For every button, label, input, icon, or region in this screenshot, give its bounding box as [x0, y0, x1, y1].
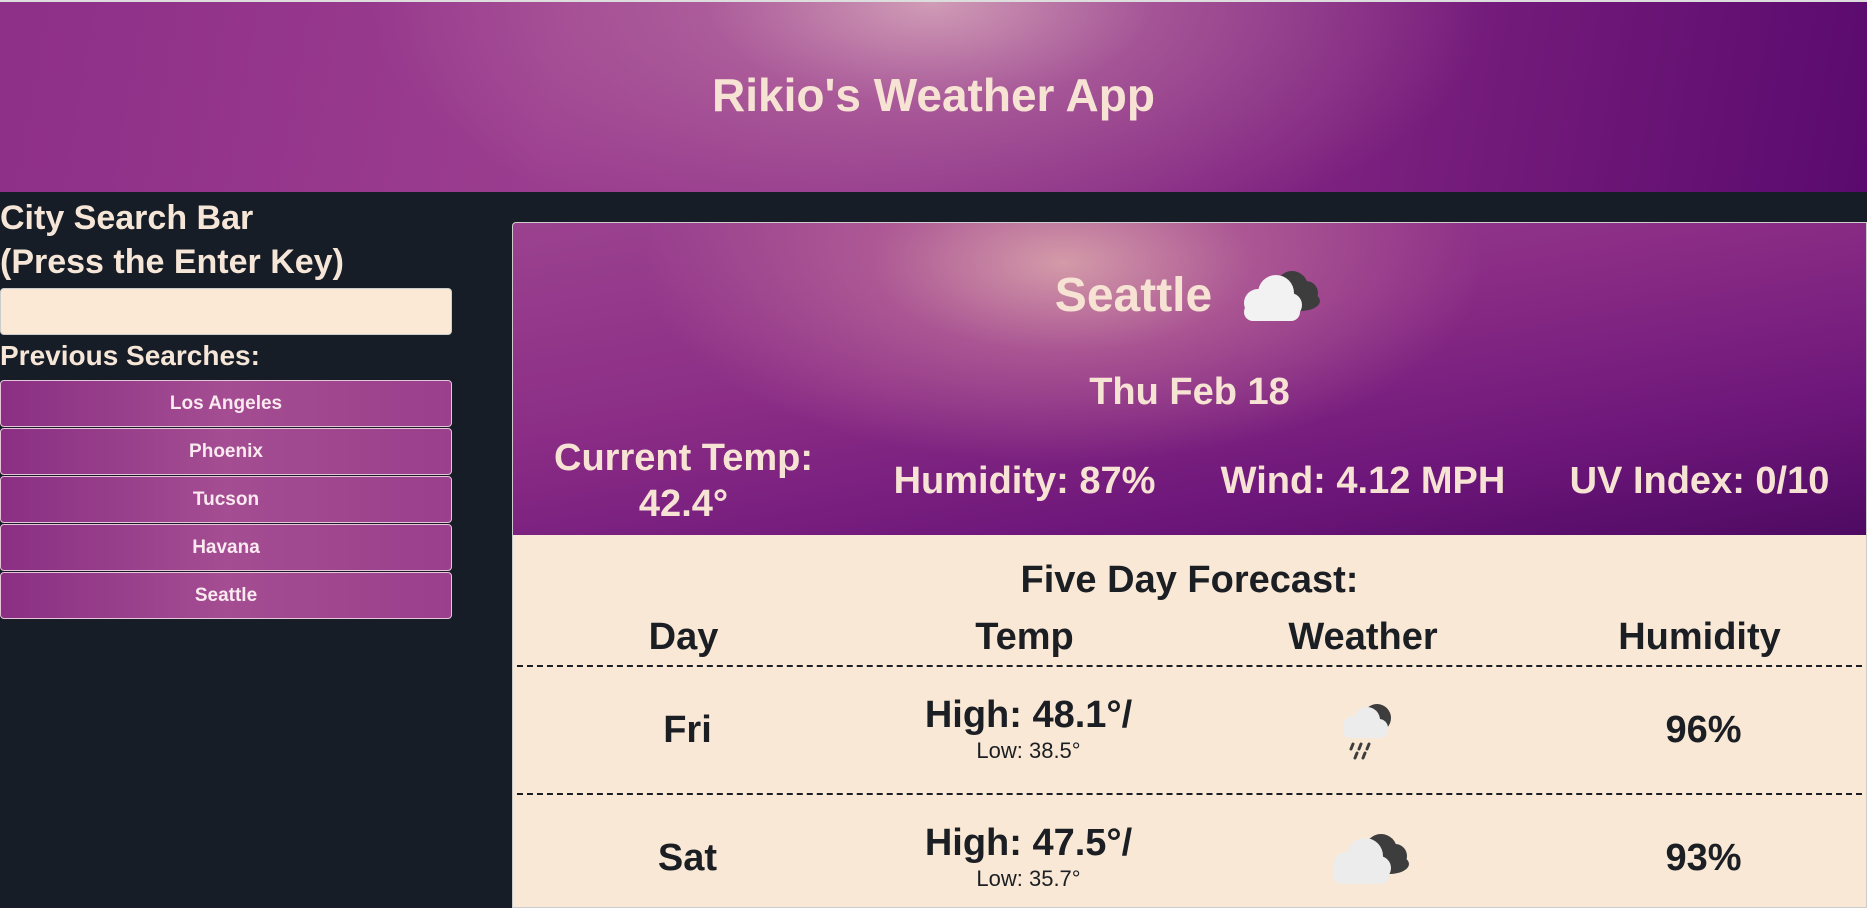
- forecast-col-weather: Weather: [1288, 615, 1438, 658]
- forecast-day: Fri: [663, 708, 712, 751]
- current-stats: Current Temp: 42.4° Humidity: 87% Wind: …: [513, 431, 1866, 531]
- forecast-humidity: 96%: [1665, 708, 1742, 751]
- previous-search-button[interactable]: Phoenix: [0, 428, 452, 475]
- current-wind: Wind: 4.12 MPH: [1220, 460, 1506, 502]
- weather-panel: Seattle Thu Feb 18 Current Temp: 42.4° H…: [512, 222, 1867, 908]
- previous-searches-label: Previous Searches:: [0, 340, 260, 371]
- forecast-row: Fri High: 48.1°/ Low: 38.5° 96%: [517, 665, 1862, 793]
- city-row: Seattle: [513, 263, 1866, 327]
- forecast-weather: [1199, 694, 1535, 766]
- current-weather: Seattle Thu Feb 18 Current Temp: 42.4° H…: [513, 223, 1866, 535]
- forecast-humidity: 93%: [1665, 836, 1742, 879]
- forecast-day: Sat: [657, 836, 718, 879]
- partly-cloudy-dark-icon: [1333, 834, 1409, 884]
- current-temp: Current Temp: 42.4°: [513, 431, 854, 531]
- previous-search-button[interactable]: Seattle: [0, 572, 452, 619]
- forecast-col-humidity: Humidity: [1618, 615, 1781, 658]
- search-title: City Search Bar (Press the Enter Key): [0, 196, 455, 284]
- app-title: Rikio's Weather App: [712, 69, 1155, 121]
- forecast-col-temp: Temp: [975, 615, 1074, 658]
- previous-search-button[interactable]: Los Angeles: [0, 380, 452, 427]
- forecast-low: Low: 38.5°: [976, 738, 1081, 763]
- city-search-input[interactable]: [0, 288, 452, 335]
- previous-searches-list: Los Angeles Phoenix Tucson Havana Seattl…: [0, 380, 455, 619]
- forecast-header: Day Temp Weather Humidity: [513, 609, 1866, 665]
- previous-search-button[interactable]: Tucson: [0, 476, 452, 523]
- search-panel: City Search Bar (Press the Enter Key) Pr…: [0, 196, 455, 620]
- current-uv-index: UV Index: 0/10: [1569, 460, 1830, 502]
- forecast-col-day: Day: [648, 615, 719, 658]
- rain-cloud-icon: [1343, 704, 1391, 760]
- forecast-row: Sat High: 47.5°/ Low: 35.7° 93%: [517, 793, 1862, 907]
- current-date: Thu Feb 18: [1089, 371, 1290, 413]
- forecast-weather: [1199, 826, 1535, 890]
- forecast-high: High: 48.1°/: [924, 694, 1133, 736]
- search-title-line2: (Press the Enter Key): [0, 243, 344, 281]
- current-humidity: Humidity: 87%: [893, 460, 1156, 502]
- app-header: Rikio's Weather App: [0, 0, 1867, 192]
- current-temp-value: 42.4°: [638, 483, 729, 525]
- partly-cloudy-dark-icon: [1244, 271, 1321, 321]
- forecast-high: High: 47.5°/: [924, 822, 1133, 864]
- previous-search-button[interactable]: Havana: [0, 524, 452, 571]
- forecast-temp: High: 48.1°/ Low: 38.5°: [858, 694, 1199, 766]
- search-title-line1: City Search Bar: [0, 199, 254, 237]
- city-name: Seattle: [1054, 268, 1213, 322]
- current-temp-label: Current Temp:: [554, 437, 813, 479]
- forecast-title: Five Day Forecast:: [1020, 559, 1359, 601]
- forecast-low: Low: 35.7°: [976, 866, 1081, 891]
- forecast-temp: High: 47.5°/ Low: 35.7°: [858, 822, 1199, 894]
